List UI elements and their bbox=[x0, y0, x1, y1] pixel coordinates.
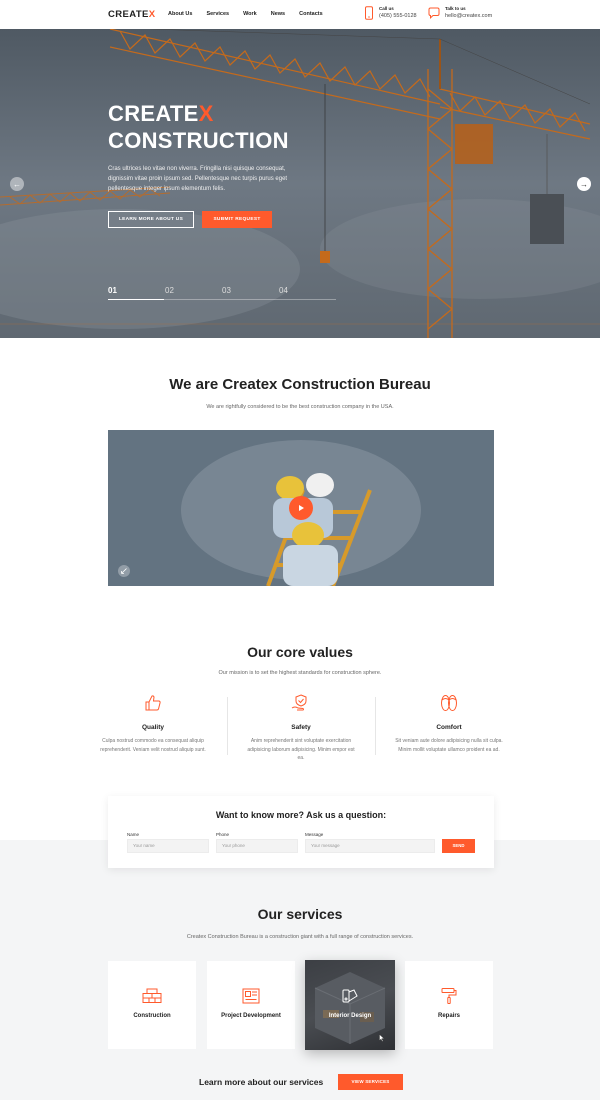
learn-more-about-us-button[interactable]: LEARN MORE ABOUT US bbox=[108, 211, 194, 228]
nav-contacts[interactable]: Contacts bbox=[299, 11, 323, 17]
call-us-value: (405) 555-0128 bbox=[379, 13, 417, 19]
services-background bbox=[0, 840, 600, 1100]
values-divider bbox=[375, 697, 376, 755]
slide-2-tab[interactable]: 02 bbox=[165, 286, 174, 295]
phone-label: Phone bbox=[216, 832, 230, 837]
service-card-interior-design[interactable]: Interior Design bbox=[305, 960, 395, 1050]
value-comfort: Comfort Sit veniam aute dolore adipisici… bbox=[384, 694, 514, 754]
question-form: Want to know more? Ask us a question: Na… bbox=[108, 796, 494, 868]
pagination-progress bbox=[108, 298, 164, 300]
chat-icon bbox=[428, 7, 440, 19]
form-title: Want to know more? Ask us a question: bbox=[215, 810, 387, 820]
prev-slide-arrow-icon[interactable]: ← bbox=[10, 177, 24, 191]
values-divider bbox=[227, 697, 228, 755]
talk-to-us-value: hello@createx.com bbox=[445, 13, 493, 19]
nav-services[interactable]: Services bbox=[206, 11, 229, 17]
value-quality: Quality Culpa nostrud commodo ea consequ… bbox=[88, 694, 218, 754]
service-card-construction[interactable]: Construction bbox=[108, 961, 196, 1049]
nav-news[interactable]: News bbox=[271, 11, 285, 17]
main-nav: About Us Services Work News Contacts bbox=[168, 11, 337, 17]
hero-slider: CREATEX CONSTRUCTION Cras ultrices leo v… bbox=[0, 29, 600, 338]
about-subtitle: We are rightfully considered to be the b… bbox=[206, 404, 394, 410]
slippers-icon bbox=[441, 695, 457, 711]
value-safety: Safety Anim reprehenderit sint voluptate… bbox=[236, 694, 366, 763]
services-title: Our services bbox=[257, 906, 343, 922]
slide-1-tab[interactable]: 01 bbox=[108, 286, 117, 295]
talk-to-us-contact[interactable]: Talk to us hello@createx.com bbox=[428, 6, 492, 20]
message-input[interactable]: Your message bbox=[305, 839, 435, 853]
bricks-icon bbox=[142, 988, 162, 1003]
thumbs-up-icon bbox=[145, 695, 161, 711]
name-label: Name bbox=[127, 832, 140, 837]
slide-3-tab[interactable]: 03 bbox=[222, 286, 231, 295]
blueprint-icon bbox=[242, 988, 260, 1004]
call-us-contact[interactable]: Call us (405) 555-0128 bbox=[364, 6, 417, 20]
service-card-repairs[interactable]: Repairs bbox=[405, 961, 493, 1049]
service-card-project-development[interactable]: Project Development bbox=[207, 961, 295, 1049]
send-button[interactable]: SEND bbox=[442, 839, 475, 853]
color-palette-icon bbox=[342, 989, 358, 1003]
slide-pagination: 01 02 03 04 bbox=[108, 286, 336, 300]
values-title: Our core values bbox=[247, 644, 353, 660]
hero-title: CREATEX CONSTRUCTION bbox=[108, 101, 289, 153]
site-header: CREATEX About Us Services Work News Cont… bbox=[0, 0, 600, 29]
hand-shield-icon bbox=[291, 694, 307, 711]
expand-icon bbox=[121, 568, 127, 574]
paint-roller-icon bbox=[441, 988, 457, 1004]
play-icon bbox=[299, 505, 304, 511]
logo[interactable]: CREATEX bbox=[108, 9, 156, 20]
services-subtitle: Createx Construction Bureau is a constru… bbox=[186, 934, 414, 940]
phone-icon bbox=[365, 6, 373, 20]
slide-4-tab[interactable]: 04 bbox=[279, 286, 288, 295]
message-label: Message bbox=[305, 832, 324, 837]
values-subtitle: Our mission is to set the highest standa… bbox=[218, 670, 382, 676]
phone-input[interactable]: Your phone bbox=[216, 839, 298, 853]
view-services-button[interactable]: VIEW SERVICES bbox=[338, 1074, 403, 1090]
nav-about-us[interactable]: About Us bbox=[168, 11, 192, 17]
about-title: We are Createx Construction Bureau bbox=[169, 376, 431, 393]
fullscreen-button[interactable] bbox=[118, 565, 130, 577]
mouse-cursor-icon bbox=[379, 1034, 385, 1042]
submit-request-button[interactable]: SUBMIT REQUEST bbox=[202, 211, 272, 228]
learn-more-services-text: Learn more about our services bbox=[199, 1077, 324, 1087]
hero-description: Cras ultrices leo vitae non viverra. Fri… bbox=[108, 166, 288, 192]
play-video-button[interactable] bbox=[289, 496, 313, 520]
nav-work[interactable]: Work bbox=[243, 11, 257, 17]
next-slide-arrow-icon[interactable]: → bbox=[577, 177, 591, 191]
name-input[interactable]: Your name bbox=[127, 839, 209, 853]
